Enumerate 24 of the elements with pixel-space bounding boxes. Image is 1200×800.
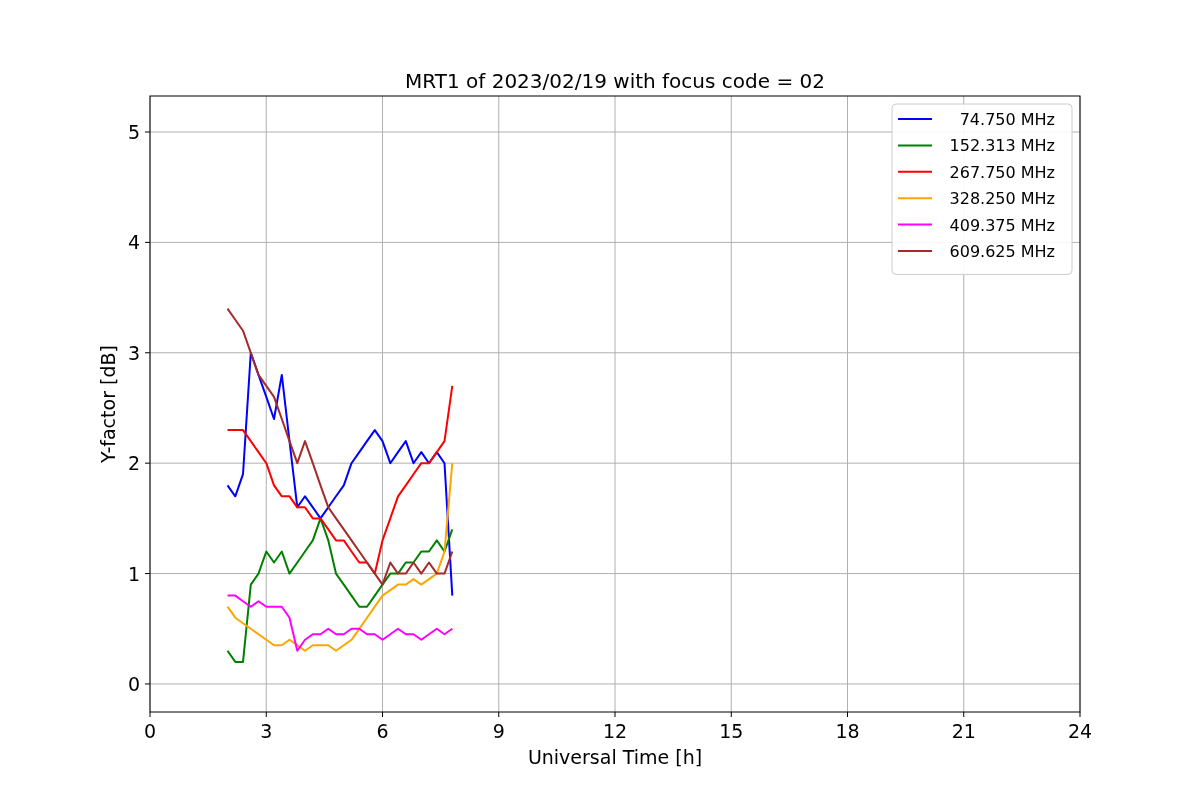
y-tick-label: 4 xyxy=(127,231,140,254)
legend-label: 609.625 MHz xyxy=(949,242,1055,261)
chart-title: MRT1 of 2023/02/19 with focus code = 02 xyxy=(405,69,825,93)
legend-label: 74.750 MHz xyxy=(959,110,1055,129)
x-axis-label: Universal Time [h] xyxy=(527,746,703,768)
x-tick-label: 3 xyxy=(260,720,273,742)
x-tick-label: 9 xyxy=(492,720,505,742)
x-tick-label: 12 xyxy=(602,720,628,742)
legend-label: 267.750 MHz xyxy=(949,162,1055,182)
x-tick-label: 21 xyxy=(951,720,976,742)
y-tick-label: 3 xyxy=(127,341,140,364)
y-tick-label: 0 xyxy=(127,672,140,695)
legend-label: 328.250 MHz xyxy=(949,189,1055,209)
x-tick-label: 24 xyxy=(1067,720,1093,742)
y-axis-label: Y-factor [dB] xyxy=(97,345,119,463)
x-tick-label: 6 xyxy=(376,720,389,742)
y-tick-label: 5 xyxy=(127,121,140,143)
x-tick-label: 18 xyxy=(835,720,860,742)
y-tick-label: 1 xyxy=(127,562,140,585)
x-tick-label: 15 xyxy=(719,720,744,742)
x-tick-label: 0 xyxy=(143,720,157,742)
y-tick-label: 2 xyxy=(127,452,140,475)
legend-label: 409.375 MHz xyxy=(949,215,1055,235)
legend-label: 152.313 MHz xyxy=(949,136,1055,156)
